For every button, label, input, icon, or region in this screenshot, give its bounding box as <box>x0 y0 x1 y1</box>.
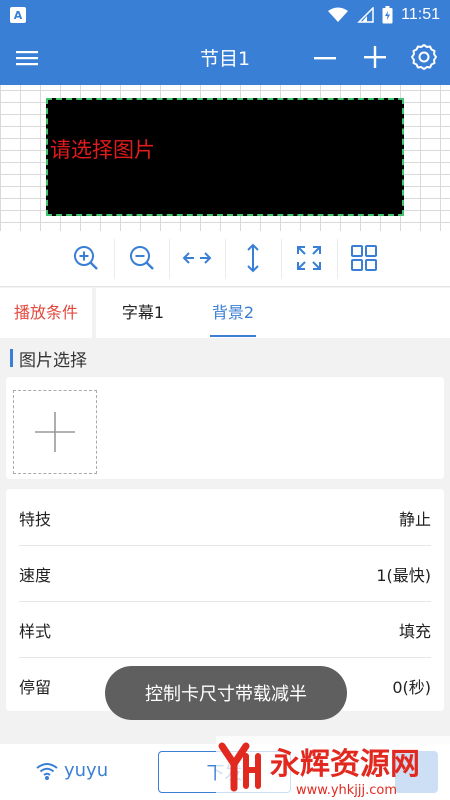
zoom-in-icon <box>74 246 98 270</box>
vertical-fit-button[interactable] <box>238 243 268 273</box>
wifi-signal-icon <box>328 7 349 22</box>
settings-value: 填充 <box>398 621 431 641</box>
battery-icon <box>382 6 393 24</box>
fullscreen-button[interactable] <box>294 243 324 273</box>
grid-icon <box>351 245 377 271</box>
zoom-out-program-button[interactable] <box>312 45 338 71</box>
fullscreen-icon <box>297 246 321 270</box>
watermark-brand: 永辉资源网 <box>270 747 420 782</box>
toolbar-divider <box>114 239 115 279</box>
add-image-button[interactable] <box>13 390 97 474</box>
settings-label: 特技 <box>19 509 52 529</box>
zoom-out-icon <box>130 246 154 270</box>
minus-icon <box>314 57 336 60</box>
canvas-toolbar <box>0 231 450 287</box>
toolbar-divider <box>337 239 338 279</box>
settings-row-style[interactable]: 样式 填充 <box>19 602 431 657</box>
tab-divider <box>92 288 96 338</box>
led-canvas-grid[interactable]: 请选择图片 <box>0 85 450 231</box>
wifi-icon <box>36 762 58 780</box>
image-picker-card <box>6 377 444 479</box>
wifi-network-name: yuyu <box>64 760 109 781</box>
wifi-connection-button[interactable]: yuyu <box>36 760 108 781</box>
add-icon <box>35 412 75 452</box>
cell-signal-icon <box>357 7 374 23</box>
layout-grid-button[interactable] <box>349 243 379 273</box>
section-title: 图片选择 <box>19 350 87 371</box>
zoom-in-button[interactable] <box>71 243 101 273</box>
settings-button[interactable] <box>410 43 438 71</box>
horizontal-fit-button[interactable] <box>182 243 212 273</box>
toast-message: 控制卡尺寸带载减半 <box>105 666 347 720</box>
settings-row-effect[interactable]: 特技 静止 <box>19 490 431 545</box>
toolbar-divider <box>169 239 170 279</box>
settings-label: 样式 <box>19 621 52 641</box>
horizontal-stretch-icon <box>182 252 212 264</box>
plus-icon <box>364 46 386 68</box>
tab-background-2[interactable]: 背景2 <box>208 288 258 338</box>
tab-subtitle-1[interactable]: 字幕1 <box>110 288 176 338</box>
section-header: 图片选择 <box>10 346 87 371</box>
watermark-logo: 永辉资源网 www.yhkjjj.com <box>216 736 450 800</box>
led-screen-preview[interactable]: 请选择图片 <box>46 98 404 216</box>
tab-play-conditions[interactable]: 播放条件 <box>0 288 92 338</box>
settings-value: 0(秒) <box>392 677 431 697</box>
toolbar-divider <box>281 239 282 279</box>
settings-row-speed[interactable]: 速度 1(最快) <box>19 546 431 601</box>
clock: 11:51 <box>401 6 440 23</box>
vertical-stretch-icon <box>247 243 259 273</box>
app-bar: 节目1 <box>0 30 450 85</box>
toolbar-divider <box>225 239 226 279</box>
section-accent-bar <box>10 349 13 367</box>
app-notification-icon: A <box>10 7 26 23</box>
settings-label: 速度 <box>19 565 52 585</box>
add-program-button[interactable] <box>362 44 388 70</box>
settings-icon <box>411 44 437 70</box>
content-tabs: 播放条件 字幕1 背景2 <box>0 288 450 338</box>
settings-value: 静止 <box>398 509 431 529</box>
zoom-out-button[interactable] <box>127 243 157 273</box>
status-bar: A 11:51 <box>0 0 450 30</box>
settings-value: 1(最快) <box>376 565 431 585</box>
active-tab-indicator <box>210 335 256 337</box>
watermark-url: www.yhkjjj.com <box>296 783 397 798</box>
settings-label: 停留 <box>19 677 52 697</box>
screen-placeholder-text: 请选择图片 <box>50 138 155 162</box>
